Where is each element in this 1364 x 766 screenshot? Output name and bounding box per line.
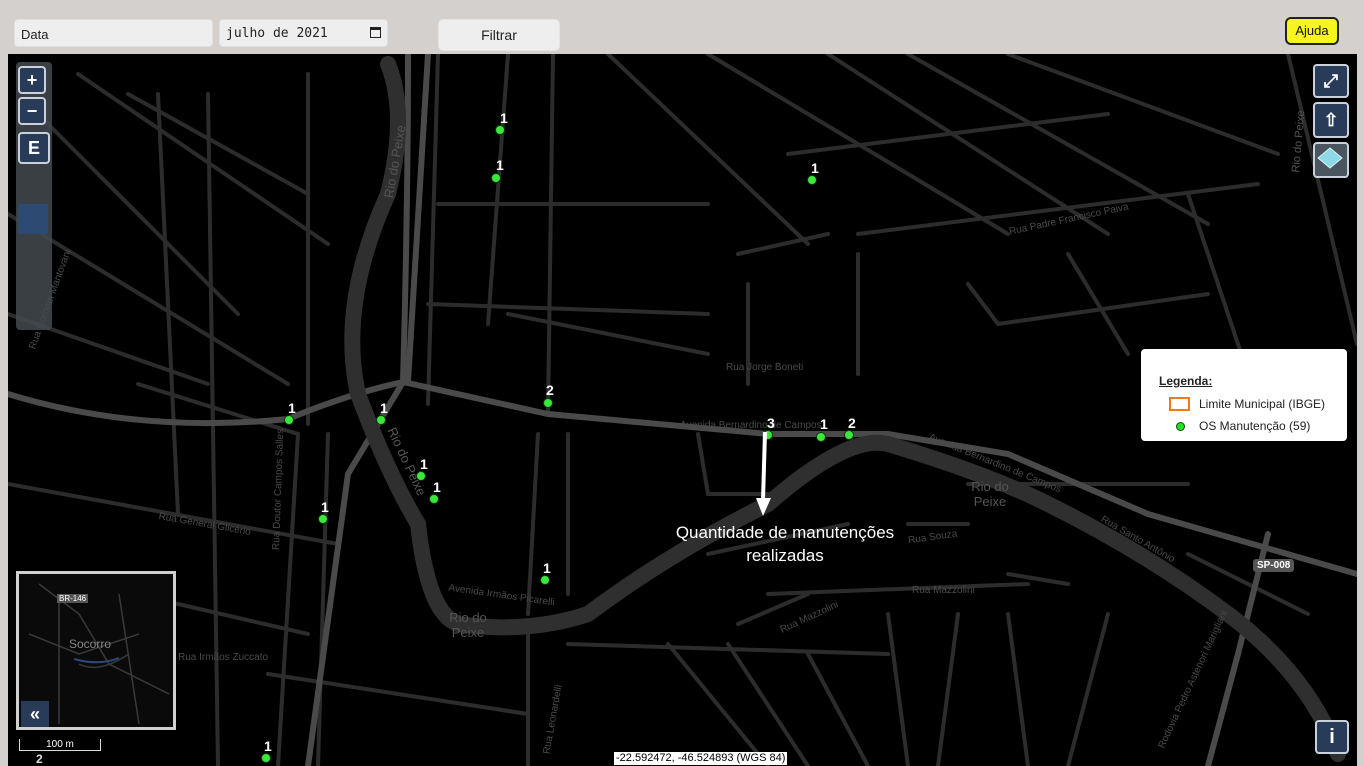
annotation-text: Quantidade de manutenções realizadas [660,521,910,567]
fullscreen-button[interactable]: ⤢ [1313,64,1349,98]
coordinate-readout: -22.592472, -46.524893 (WGS 84) [614,752,788,765]
annotation-arrow [756,432,771,516]
maintenance-marker[interactable] [543,398,553,408]
filter-button[interactable]: Filtrar [438,19,560,51]
map-legend: Legenda: Limite Municipal (IBGE) OS Manu… [1141,349,1347,441]
legend-item-label: Limite Municipal (IBGE) [1199,397,1326,411]
marker-count: 1 [321,499,329,515]
street-label: Rua Jorge Boneti [726,362,804,373]
filter-toolbar: Data julho de 2021 Filtrar Ajuda [8,10,1357,54]
month-picker[interactable]: julho de 2021 [219,19,388,47]
layers-button[interactable] [1313,142,1349,178]
calendar-icon[interactable] [370,27,381,38]
data-field[interactable]: Data [14,19,213,47]
marker-count: 2 [546,382,554,398]
marker-count: 1 [288,400,296,416]
maintenance-marker[interactable] [416,471,426,481]
annotation-line-1: Quantidade de manutenções [675,523,895,542]
overview-road: BR-146 [57,594,89,603]
legend-item-label: OS Manutenção (59) [1199,419,1311,433]
zoom-in-button[interactable]: + [18,66,46,94]
arrow-up-icon: ⇧ [1323,110,1339,130]
maintenance-marker[interactable] [816,432,826,442]
data-field-label: Data [21,27,49,42]
marker-count: 1 [543,560,551,576]
maintenance-marker[interactable] [261,753,271,763]
place-label: Rio do Peixe [449,610,487,640]
maintenance-marker[interactable] [318,514,328,524]
info-button[interactable]: i [1315,720,1349,754]
marker-count: 1 [380,400,388,416]
zoom-out-button[interactable]: − [18,97,46,125]
street-label: Avenida Bernardino de Campos [680,420,822,431]
maintenance-marker[interactable] [495,125,505,135]
scale-bar: 100 m [19,739,101,751]
marker-count: 1 [264,738,272,754]
overview-toggle-button[interactable]: « [21,701,49,727]
maintenance-marker[interactable] [284,415,294,425]
marker-count: 1 [433,479,441,495]
marker-count: 1 [811,160,819,176]
maintenance-marker[interactable] [540,575,550,585]
overview-city: Socorro [69,637,112,651]
maintenance-symbol [1176,422,1185,431]
marker-count: 1 [500,110,508,126]
marker-count: 1 [420,456,428,472]
place-label: Rio do Peixe [971,479,1009,509]
marker-count: 1 [496,157,504,173]
overview-map[interactable]: Socorro BR-146 « [16,571,176,730]
road-shield: SP-008 [1253,559,1295,572]
municipal-boundary-symbol [1169,397,1190,411]
expand-icon: ⤢ [1323,71,1339,91]
marker-count: 3 [767,415,775,431]
maintenance-marker[interactable] [376,415,386,425]
zoom-slider-handle[interactable] [18,204,48,234]
help-button[interactable]: Ajuda [1285,17,1339,45]
zoom-extent-button[interactable]: E [18,132,50,164]
street-label: Rua Mazzolini [912,585,975,596]
maintenance-marker[interactable] [491,173,501,183]
scale-sub: 2 [36,752,43,766]
layers-icon [1317,147,1343,169]
upload-button[interactable]: ⇧ [1313,102,1349,138]
maintenance-marker[interactable] [844,430,854,440]
annotation-line-2: realizadas [746,546,824,565]
marker-count: 2 [848,415,856,431]
app-window: Data julho de 2021 Filtrar Ajuda Avenida… [0,0,1364,766]
maintenance-marker[interactable] [807,175,817,185]
marker-count: 1 [820,416,828,432]
month-value: julho de 2021 [226,26,328,41]
legend-title: Legenda: [1159,374,1213,388]
maintenance-marker[interactable] [429,494,439,504]
street-label: Rua Irmãos Zuccato [178,652,269,663]
map-canvas[interactable]: Avenida Bernardino de Campos Avenida Ber… [8,54,1357,766]
